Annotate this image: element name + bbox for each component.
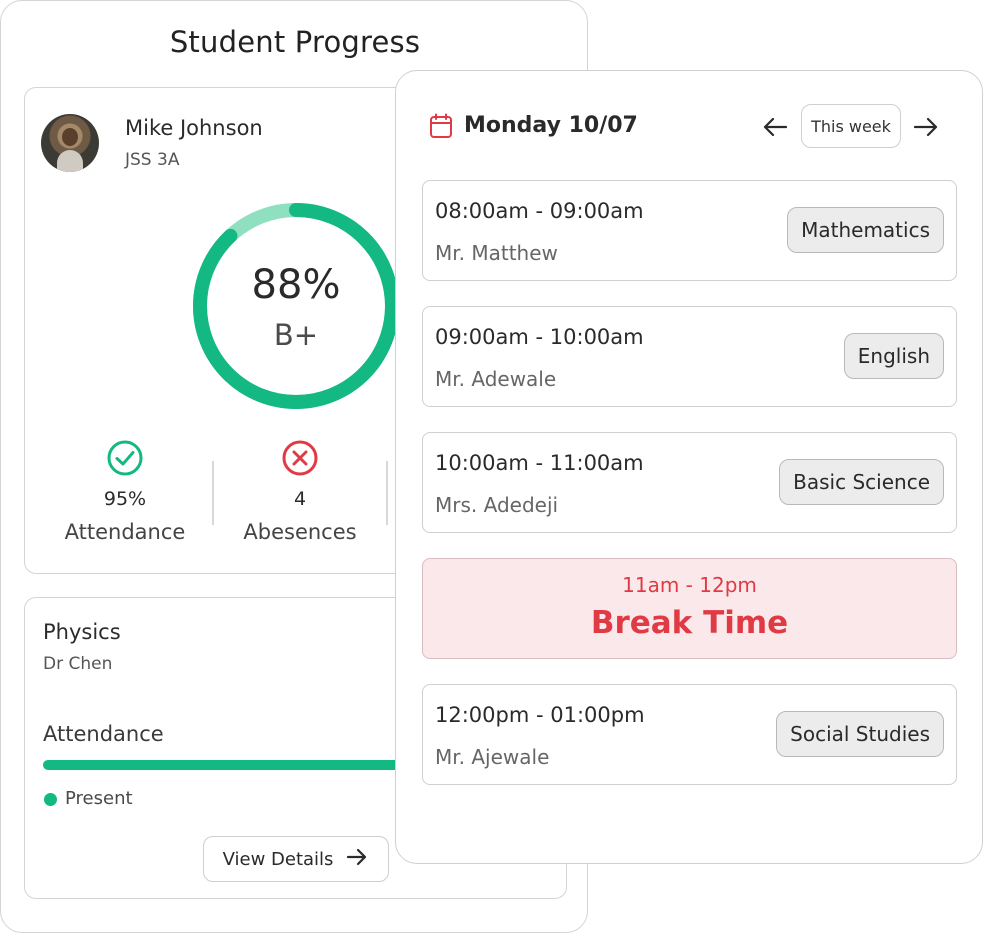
- this-week-button[interactable]: This week: [801, 104, 901, 148]
- break-time-range: 11am - 12pm: [622, 573, 757, 597]
- break-time-label: Break Time: [590, 605, 789, 641]
- score-ring: 88% B+: [190, 200, 402, 412]
- student-name: Mike Johnson: [125, 116, 263, 140]
- calendar-icon: [429, 113, 453, 139]
- attendance-label: Attendance: [64, 520, 186, 544]
- slot-time: 08:00am - 09:00am: [435, 199, 644, 223]
- slot-teacher: Mr. Matthew: [435, 241, 558, 265]
- absences-label: Abesences: [243, 520, 357, 544]
- slot-teacher: Mrs. Adedeji: [435, 493, 559, 517]
- score-percent: 88%: [251, 262, 341, 308]
- slot-time: 10:00am - 11:00am: [435, 451, 644, 475]
- schedule-card: Monday 10/07 This week 08:00am - 09:00am…: [395, 70, 983, 864]
- schedule-slot[interactable]: 08:00am - 09:00am Mr. Matthew Mathematic…: [422, 180, 957, 281]
- break-time-slot: 11am - 12pm Break Time: [422, 558, 957, 659]
- prev-week-arrow-icon[interactable]: [761, 113, 789, 141]
- course-name: Physics: [43, 620, 121, 644]
- slot-time: 09:00am - 10:00am: [435, 325, 644, 349]
- subject-tag[interactable]: English: [843, 333, 944, 379]
- score-grade: B+: [273, 318, 319, 352]
- subject-tag[interactable]: Basic Science: [779, 459, 944, 505]
- absences-value: 4: [293, 488, 307, 510]
- slot-time: 12:00pm - 01:00pm: [435, 703, 645, 727]
- subject-tag[interactable]: Social Studies: [776, 711, 944, 757]
- stat-divider: [212, 461, 214, 525]
- arrow-right-icon: [345, 845, 369, 874]
- student-class: JSS 3A: [125, 150, 180, 170]
- subject-tag[interactable]: Mathematics: [787, 207, 944, 253]
- slot-teacher: Mr. Ajewale: [435, 745, 550, 769]
- attendance-value: 95%: [103, 488, 147, 510]
- absences-stat: 4 Abesences: [215, 438, 385, 544]
- x-circle-icon: [280, 438, 320, 478]
- next-week-arrow-icon[interactable]: [912, 113, 940, 141]
- slot-teacher: Mr. Adewale: [435, 367, 557, 391]
- stat-divider: [386, 461, 388, 525]
- schedule-slot[interactable]: 09:00am - 10:00am Mr. Adewale English: [422, 306, 957, 407]
- view-details-button[interactable]: View Details: [203, 836, 389, 882]
- present-legend-label: Present: [65, 788, 133, 809]
- avatar[interactable]: [41, 114, 99, 172]
- schedule-slot[interactable]: 12:00pm - 01:00pm Mr. Ajewale Social Stu…: [422, 684, 957, 785]
- view-details-label: View Details: [222, 848, 334, 870]
- attendance-progress-bar: [43, 760, 403, 770]
- page-title: Student Progress: [169, 25, 421, 59]
- schedule-slot[interactable]: 10:00am - 11:00am Mrs. Adedeji Basic Sci…: [422, 432, 957, 533]
- attendance-stat: 95% Attendance: [40, 438, 210, 544]
- check-circle-icon: [105, 438, 145, 478]
- course-teacher: Dr Chen: [43, 654, 113, 674]
- attendance-title: Attendance: [43, 722, 164, 746]
- schedule-date: Monday 10/07: [464, 113, 638, 138]
- present-legend-dot: [44, 793, 57, 806]
